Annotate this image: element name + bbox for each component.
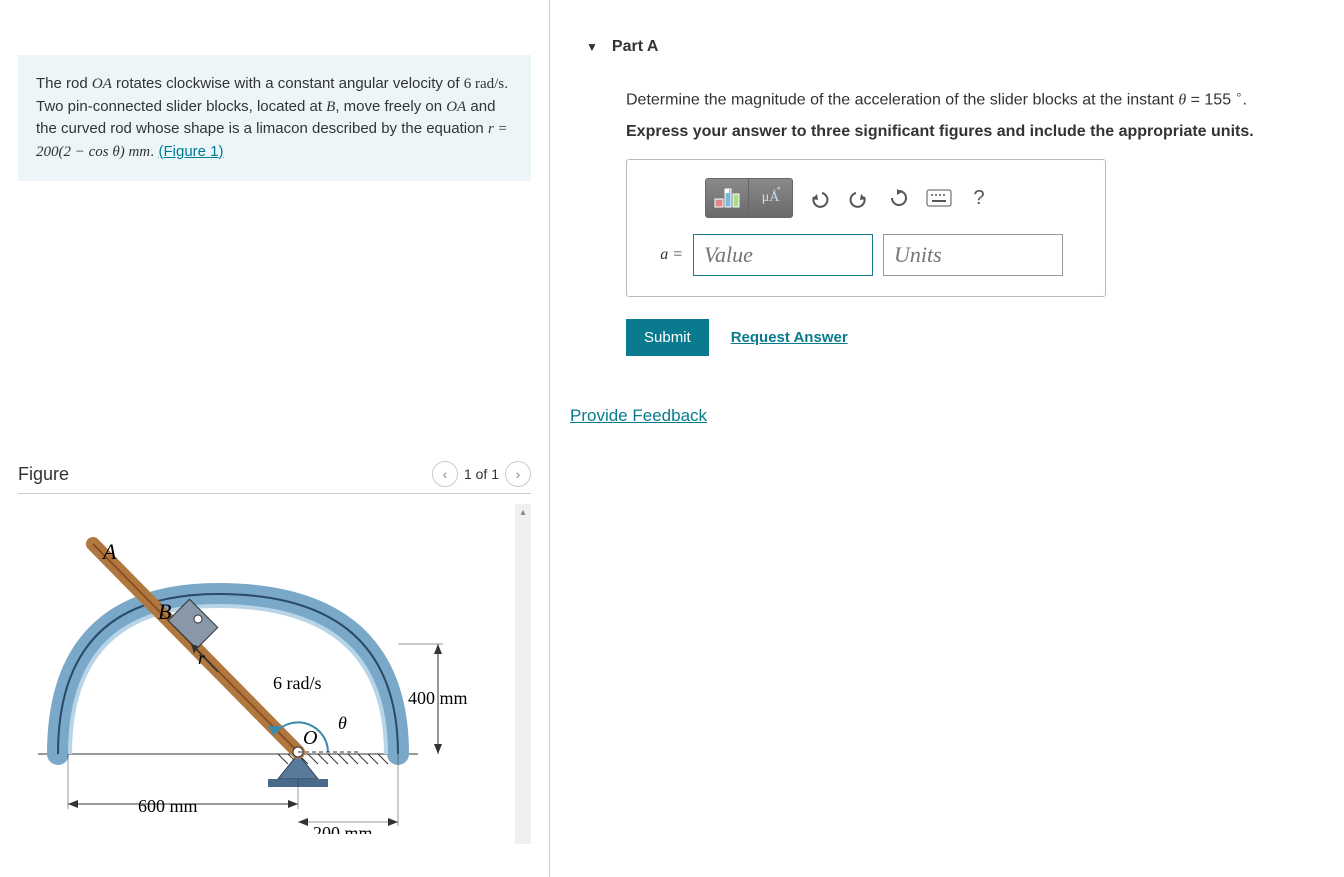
- right-panel: ▼ Part A Determine the magnitude of the …: [550, 0, 1344, 877]
- answer-box: μÅ∘ ? a =: [626, 159, 1106, 297]
- scroll-up-icon[interactable]: ▴: [515, 504, 531, 520]
- figure-viewport: A B r 6 rad/s θ O 400 mm 600 mm 200 mm ▴: [18, 504, 531, 844]
- answer-variable-label: a =: [643, 246, 683, 264]
- special-chars-button[interactable]: μÅ∘: [749, 178, 793, 218]
- answer-instruction: Express your answer to three significant…: [626, 123, 1344, 141]
- label-400: 400 mm: [408, 688, 468, 708]
- reset-button[interactable]: [879, 178, 919, 218]
- part-header[interactable]: ▼ Part A: [570, 0, 1344, 66]
- left-panel: The rod OA rotates clockwise with a cons…: [0, 0, 550, 877]
- part-title: Part A: [612, 38, 659, 56]
- request-answer-link[interactable]: Request Answer: [731, 329, 848, 346]
- help-button[interactable]: ?: [959, 178, 999, 218]
- figure-svg: A B r 6 rad/s θ O 400 mm 600 mm 200 mm: [18, 504, 508, 834]
- prev-figure-button[interactable]: ‹: [432, 461, 458, 487]
- label-200: 200 mm: [313, 823, 373, 834]
- templates-button[interactable]: [705, 178, 749, 218]
- submit-row: Submit Request Answer: [626, 319, 1344, 356]
- figure-pager: ‹ 1 of 1 ›: [432, 461, 531, 487]
- provide-feedback-link[interactable]: Provide Feedback: [570, 406, 707, 426]
- pager-text: 1 of 1: [464, 466, 499, 482]
- submit-button[interactable]: Submit: [626, 319, 709, 356]
- undo-button[interactable]: [799, 178, 839, 218]
- figure-title: Figure: [18, 464, 69, 485]
- label-rate: 6 rad/s: [273, 673, 322, 693]
- collapse-icon: ▼: [586, 40, 598, 54]
- next-figure-button[interactable]: ›: [505, 461, 531, 487]
- label-B: B: [158, 599, 171, 624]
- redo-button[interactable]: [839, 178, 879, 218]
- question-prompt: Determine the magnitude of the accelerat…: [626, 88, 1344, 109]
- figure-scrollbar[interactable]: [515, 504, 531, 844]
- label-r: r: [198, 648, 206, 668]
- figure-header: Figure ‹ 1 of 1 ›: [18, 461, 531, 494]
- label-O: O: [303, 727, 317, 749]
- label-A: A: [101, 539, 117, 564]
- answer-input-row: a =: [643, 234, 1089, 276]
- value-input[interactable]: [693, 234, 873, 276]
- units-input[interactable]: [883, 234, 1063, 276]
- figure-link[interactable]: (Figure 1): [158, 143, 223, 160]
- label-theta: θ: [338, 713, 347, 733]
- label-600: 600 mm: [138, 796, 198, 816]
- equation-toolbar: μÅ∘ ?: [705, 178, 1089, 218]
- problem-statement: The rod OA rotates clockwise with a cons…: [18, 55, 531, 181]
- keyboard-button[interactable]: [919, 178, 959, 218]
